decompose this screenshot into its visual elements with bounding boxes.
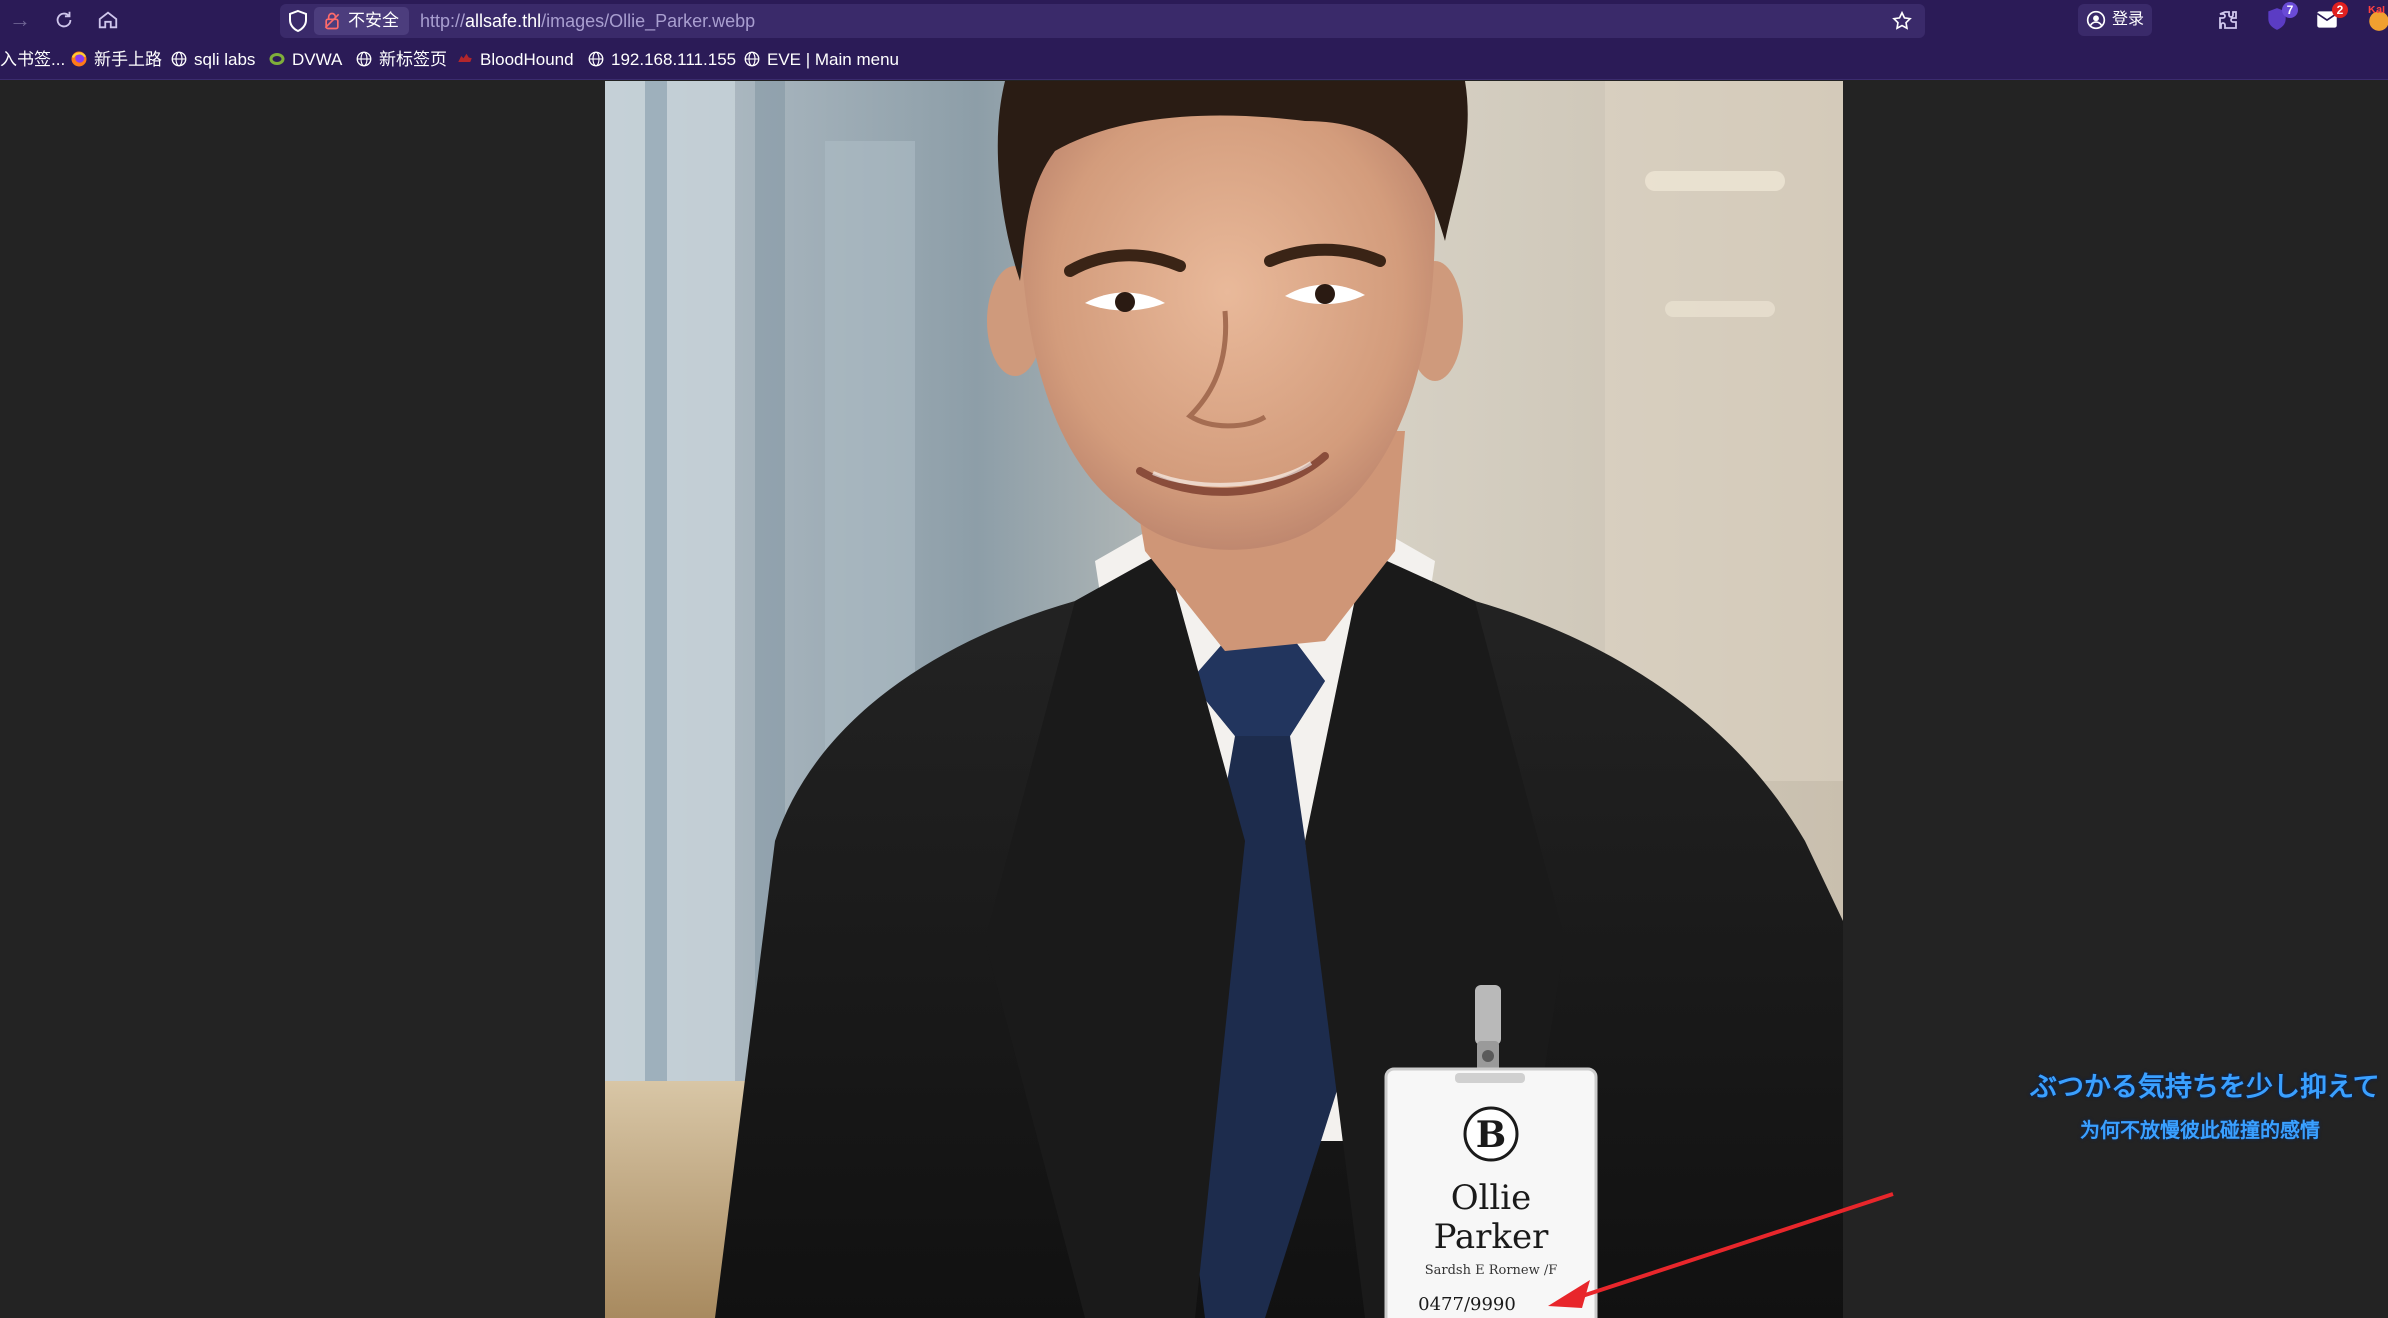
bookmark-label: 192.168.111.155 [611, 50, 737, 69]
reload-icon[interactable] [48, 6, 80, 34]
bookmark-label: 新标签页 [379, 50, 447, 69]
bookmark-item[interactable]: 新标签页 [355, 40, 447, 80]
home-icon[interactable] [92, 6, 124, 34]
profile-extension-icon[interactable]: Kal [2366, 6, 2388, 34]
shield-icon[interactable] [286, 9, 310, 33]
bookmarks-toolbar: 入书签... 新手上路 sqli labs DVWA 新标签页 BloodHou… [0, 40, 2388, 80]
account-label: 登录 [2112, 11, 2145, 28]
globe-icon [171, 51, 187, 67]
browser-toolbar: → 不安全 http://allsafe.thl/images/Ollie_Pa… [0, 0, 2388, 40]
bookmark-star-icon[interactable] [1891, 10, 1913, 32]
bloodhound-icon [458, 53, 472, 62]
extensions-icon[interactable] [2214, 6, 2242, 34]
insecure-label: 不安全 [348, 11, 399, 30]
portrait-illustration: B Ollie Parker Sardsh E Rornew /F 0477/9… [605, 81, 1843, 1318]
bookmark-label: 新手上路 [94, 50, 162, 69]
image-viewer: B Ollie Parker Sardsh E Rornew /F 0477/9… [0, 81, 2388, 1318]
badge-title-line: Sardsh E Rornew /F [1425, 1263, 1558, 1278]
bookmark-label: EVE | Main menu [767, 50, 899, 69]
extension-shield-icon[interactable]: 7 [2264, 2, 2298, 34]
url-text[interactable]: http://allsafe.thl/images/Ollie_Parker.w… [420, 4, 755, 38]
dvwa-icon [269, 53, 285, 65]
bookmark-item[interactable]: 192.168.111.155 [587, 40, 736, 80]
globe-icon [588, 51, 604, 67]
bookmark-item[interactable]: BloodHound [456, 40, 574, 80]
globe-icon [744, 51, 760, 67]
forward-icon[interactable]: → [4, 6, 36, 34]
url-path: /images/Ollie_Parker.webp [541, 11, 756, 31]
badge-last-name: Parker [1434, 1217, 1550, 1257]
bookmark-label: DVWA [292, 50, 343, 69]
bookmark-label: BloodHound [480, 50, 574, 69]
lyric-overlay-chinese: 为何不放慢彼此碰撞的感情 [2080, 1120, 2320, 1142]
bookmark-item[interactable]: 入书签... [0, 40, 65, 80]
extension-mail-icon[interactable]: 2 [2314, 2, 2348, 34]
extension-badge: 2 [2332, 2, 2348, 18]
bookmark-label: 入书签... [0, 50, 66, 69]
profile-extension-label: Kal [2368, 6, 2386, 16]
badge-first-name: Ollie [1451, 1178, 1532, 1218]
url-host: allsafe.thl [465, 11, 542, 31]
portrait-image[interactable]: B Ollie Parker Sardsh E Rornew /F 0477/9… [605, 81, 1843, 1318]
bookmark-item[interactable]: EVE | Main menu [743, 40, 899, 80]
insecure-connection-indicator[interactable]: 不安全 [314, 7, 409, 35]
lyric-overlay-japanese: ぶつかる気持ちを少し抑えて [2030, 1072, 2380, 1102]
user-icon [2086, 10, 2106, 30]
bookmark-item[interactable]: sqli labs [170, 40, 255, 80]
bookmark-label: sqli labs [194, 50, 256, 69]
globe-icon [356, 51, 372, 67]
broken-lock-icon [324, 12, 340, 30]
extension-badge: 7 [2282, 2, 2298, 18]
account-button[interactable]: 登录 [2078, 4, 2152, 36]
address-bar[interactable]: 不安全 http://allsafe.thl/images/Ollie_Park… [280, 4, 1925, 38]
url-prefix: http:// [420, 11, 466, 31]
badge-number: 0477/9990 [1418, 1294, 1516, 1315]
bookmark-item[interactable]: 新手上路 [70, 40, 162, 80]
badge-logo-letter: B [1476, 1114, 1506, 1156]
bookmark-item[interactable]: DVWA [268, 40, 342, 80]
firefox-icon [71, 51, 87, 67]
